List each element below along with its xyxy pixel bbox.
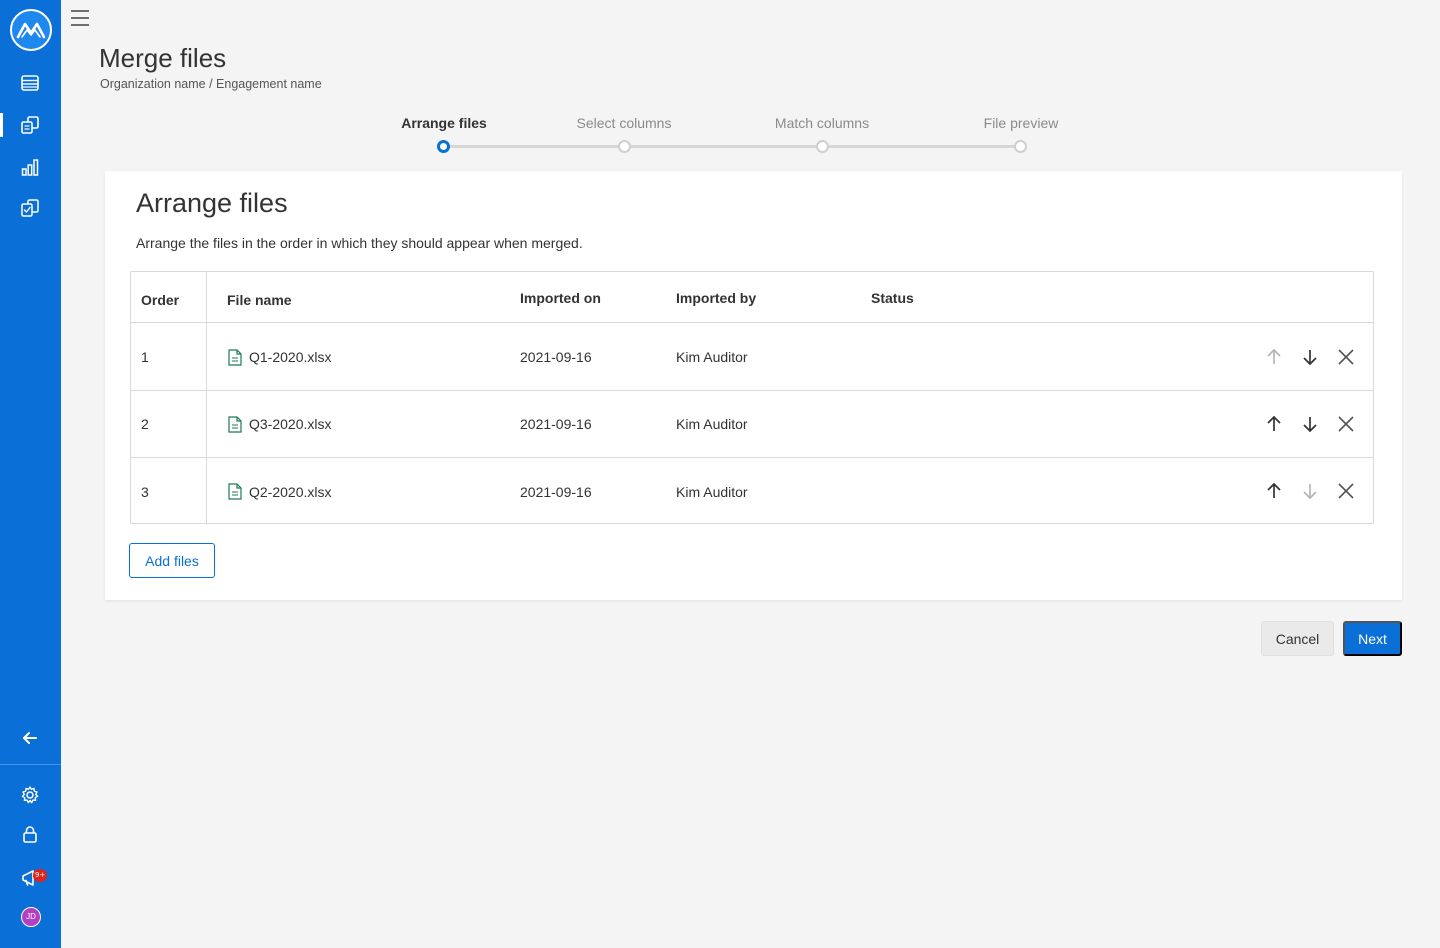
move-down-arrow-icon[interactable] <box>1297 411 1323 437</box>
table-row: 1 Q1-2020.xlsx 2021-09-16 Kim Auditor <box>131 324 1373 391</box>
remove-close-icon[interactable] <box>1333 478 1359 504</box>
cancel-button[interactable]: Cancel <box>1261 621 1334 656</box>
files-table: Order File name Imported on Imported by … <box>130 271 1374 525</box>
notification-badge: 9+ <box>33 869 48 882</box>
file-name[interactable]: Q1-2020.xlsx <box>249 349 331 365</box>
imported-on: 2021-09-16 <box>520 416 592 432</box>
move-down-arrow-icon[interactable] <box>1297 344 1323 370</box>
table-row: 3 Q2-2020.xlsx 2021-09-16 Kim Auditor <box>131 458 1373 525</box>
card-title: Arrange files <box>136 188 288 218</box>
move-up-arrow-icon[interactable] <box>1261 478 1287 504</box>
step-dot-match-columns[interactable] <box>816 140 829 153</box>
imported-by: Kim Auditor <box>676 483 748 500</box>
row-order: 3 <box>141 483 149 500</box>
stepper-track <box>444 145 1020 148</box>
file-name-cell: Q3-2020.xlsx <box>228 391 331 457</box>
page-title: Merge files <box>99 43 227 73</box>
next-button[interactable]: Next <box>1343 621 1402 656</box>
column-header-order: Order <box>141 292 180 308</box>
row-order: 2 <box>141 416 149 432</box>
file-icon <box>228 348 242 366</box>
add-files-button[interactable]: Add files <box>129 543 215 578</box>
file-name-cell: Q1-2020.xlsx <box>228 324 331 390</box>
file-name-cell: Q2-2020.xlsx <box>228 458 331 525</box>
table-header: Order File name Imported on Imported by … <box>131 272 1373 323</box>
imported-on: 2021-09-16 <box>520 349 592 365</box>
step-select-columns[interactable]: Select columns <box>577 115 672 131</box>
step-dot-file-preview[interactable] <box>1014 140 1027 153</box>
file-icon <box>228 483 242 500</box>
imported-by: Kim Auditor <box>676 349 748 365</box>
remove-close-icon[interactable] <box>1333 344 1359 370</box>
breadcrumb[interactable]: Organization name / Engagement name <box>100 77 322 91</box>
sidebar: 9+ JD <box>0 0 61 948</box>
row-order: 1 <box>141 349 149 365</box>
card-description: Arrange the files in the order in which … <box>136 235 583 251</box>
step-match-columns[interactable]: Match columns <box>775 115 869 131</box>
table-row: 2 Q3-2020.xlsx 2021-09-16 Kim Auditor <box>131 391 1373 458</box>
step-dot-select-columns[interactable] <box>618 140 631 153</box>
imported-by: Kim Auditor <box>676 416 748 432</box>
collapse-arrow-icon[interactable] <box>18 726 42 750</box>
move-down-arrow-icon[interactable] <box>1297 478 1323 504</box>
checklist-icon[interactable] <box>18 196 42 220</box>
table-icon[interactable] <box>18 71 42 95</box>
column-header-imported-by: Imported by <box>676 290 757 306</box>
column-header-file-name: File name <box>227 292 292 308</box>
files-icon[interactable] <box>18 113 42 137</box>
imported-on: 2021-09-16 <box>520 483 592 500</box>
move-up-arrow-icon[interactable] <box>1261 344 1287 370</box>
column-header-imported-on: Imported on <box>520 290 601 306</box>
move-up-arrow-icon[interactable] <box>1261 411 1287 437</box>
file-name[interactable]: Q2-2020.xlsx <box>249 484 331 500</box>
step-arrange-files[interactable]: Arrange files <box>401 115 487 131</box>
active-indicator <box>0 113 3 137</box>
gear-icon[interactable] <box>18 783 42 807</box>
sidebar-divider <box>0 764 61 765</box>
logo-icon[interactable] <box>10 9 52 51</box>
file-icon <box>228 415 242 433</box>
avatar[interactable]: JD <box>21 907 41 927</box>
remove-close-icon[interactable] <box>1333 411 1359 437</box>
lock-icon[interactable] <box>18 822 42 846</box>
file-name[interactable]: Q3-2020.xlsx <box>249 416 331 432</box>
column-header-status: Status <box>871 290 914 306</box>
hamburger-menu-icon[interactable] <box>70 9 90 27</box>
step-file-preview[interactable]: File preview <box>984 115 1059 131</box>
bar-chart-icon[interactable] <box>18 155 42 179</box>
arrange-files-card: Arrange files Arrange the files in the o… <box>105 171 1402 600</box>
step-dot-arrange-files[interactable] <box>437 140 450 153</box>
